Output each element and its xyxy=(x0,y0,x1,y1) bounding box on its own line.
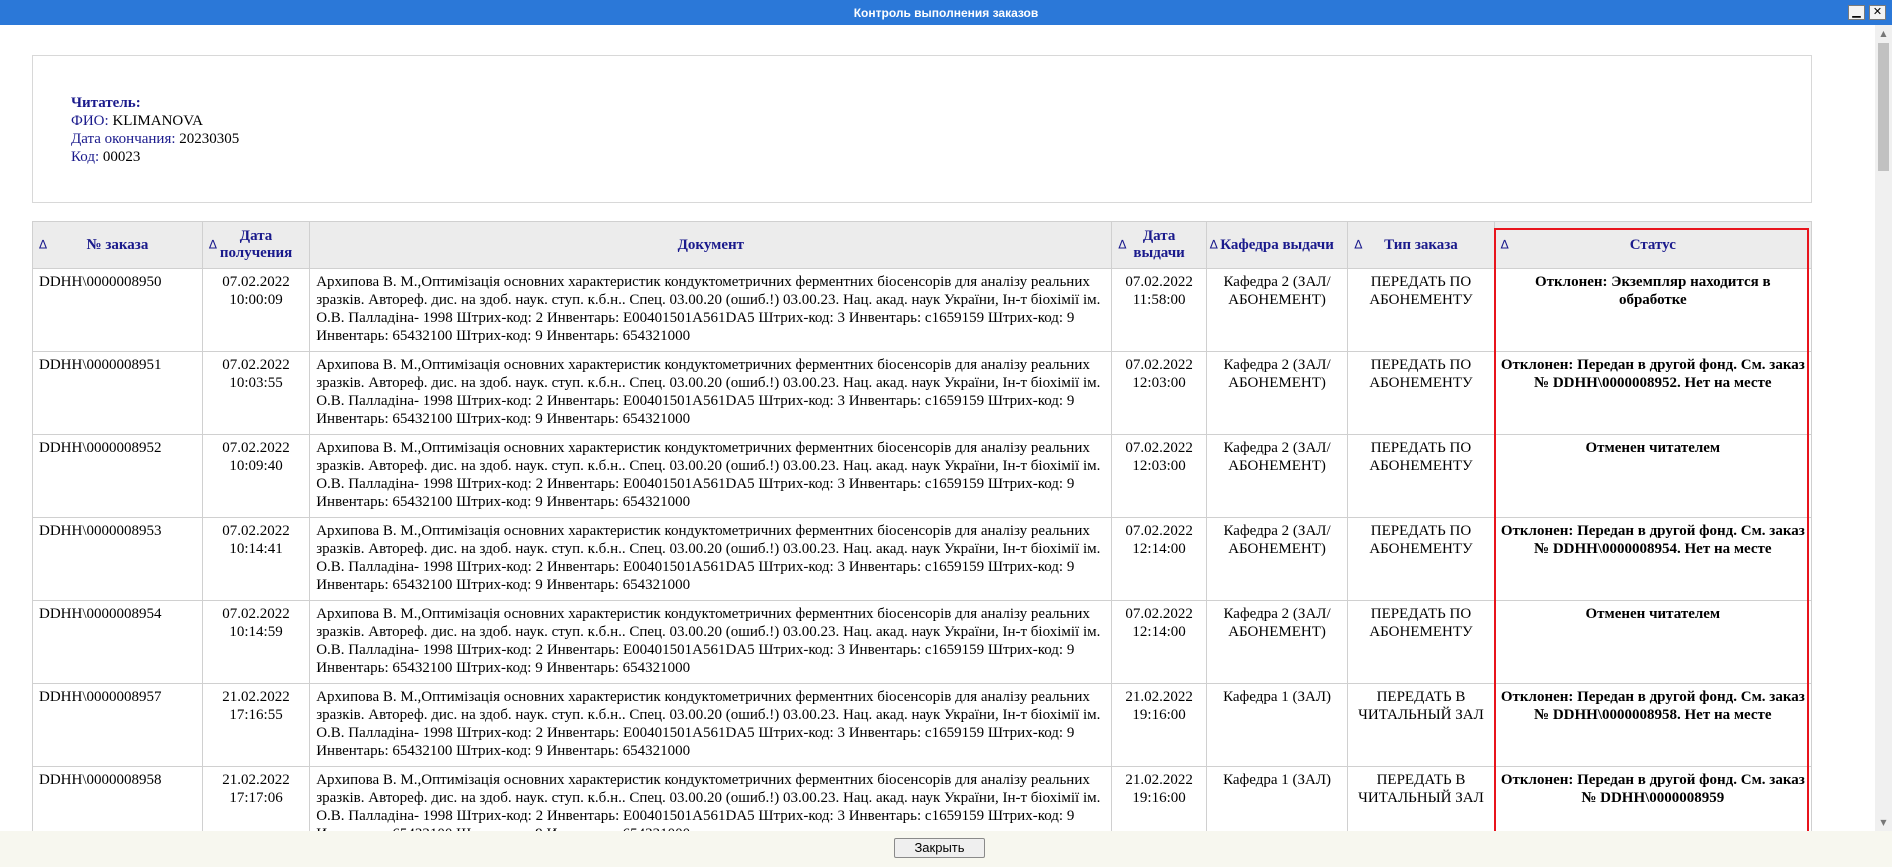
received-date-cell: 07.02.2022 10:09:40 xyxy=(201,434,311,518)
issued-date-cell: 21.02.2022 19:16:00 xyxy=(1111,683,1207,767)
table-row[interactable]: DDHH\0000008957 21.02.2022 17:16:55 Архипов… xyxy=(32,683,1813,767)
issued-date-cell: 07.02.2022 12:03:00 xyxy=(1111,434,1207,518)
status-cell: Отклонен: Экземпляр находится в обработк… xyxy=(1493,268,1813,352)
status-cell: Отклонен: Передан в другой фонд. См. зак… xyxy=(1493,517,1813,601)
status-cell: Отменен читателем xyxy=(1493,600,1813,684)
order-type-cell: ПЕРЕДАТЬ ПО АБОНЕМЕНТУ xyxy=(1347,351,1495,435)
issued-date-cell: 07.02.2022 12:03:00 xyxy=(1111,351,1207,435)
document-cell: Архипова В. М.,Оптимізація основних хара… xyxy=(309,351,1113,435)
reader-fio-line: ФИО: KLIMANOVA xyxy=(71,112,1811,130)
document-cell: Архипова В. М.,Оптимізація основних хара… xyxy=(309,600,1113,684)
table-row[interactable]: DDHH\0000008950 07.02.2022 10:00:09 Архипов… xyxy=(32,268,1813,352)
window-controls: ▁ ✕ xyxy=(1848,5,1886,20)
header-issued-date[interactable]: ∆ Дата выдачи xyxy=(1111,221,1207,269)
order-type-cell: ПЕРЕДАТЬ ПО АБОНЕМЕНТУ xyxy=(1347,600,1495,684)
dialog-content: Читатель: ФИО: KLIMANOVA Дата окончания:… xyxy=(0,25,1892,831)
orders-table: ∆ № заказа ∆ Дата получения Документ ∆ Дата в… xyxy=(32,221,1813,831)
order-number-cell: DDHH\0000008952 xyxy=(32,434,203,518)
scroll-up-icon[interactable]: ▲ xyxy=(1875,25,1892,42)
reader-info-panel: Читатель: ФИО: KLIMANOVA Дата окончания:… xyxy=(32,55,1812,203)
issued-date-cell: 07.02.2022 11:58:00 xyxy=(1111,268,1207,352)
document-cell: Архипова В. М.,Оптимізація основних хара… xyxy=(309,434,1113,518)
status-cell: Отклонен: Передан в другой фонд. См. зак… xyxy=(1493,766,1813,831)
status-cell: Отклонен: Передан в другой фонд. См. зак… xyxy=(1493,351,1813,435)
table-row[interactable]: DDHH\0000008952 07.02.2022 10:09:40 Архипов… xyxy=(32,434,1813,518)
issued-date-cell: 07.02.2022 12:14:00 xyxy=(1111,517,1207,601)
vertical-scrollbar[interactable]: ▲ ▼ xyxy=(1875,25,1892,831)
reader-end-date-value: 20230305 xyxy=(179,131,240,147)
reader-code-line: Код: 00023 xyxy=(71,148,1811,166)
department-cell: Кафедра 2 (ЗАЛ/АБОНЕМЕНТ) xyxy=(1205,351,1349,435)
department-cell: Кафедра 2 (ЗАЛ/АБОНЕМЕНТ) xyxy=(1205,517,1349,601)
order-type-cell: ПЕРЕДАТЬ ПО АБОНЕМЕНТУ xyxy=(1347,268,1495,352)
order-number-cell: DDHH\0000008950 xyxy=(32,268,203,352)
table-row[interactable]: DDHH\0000008951 07.02.2022 10:03:55 Архипов… xyxy=(32,351,1813,435)
department-cell: Кафедра 1 (ЗАЛ) xyxy=(1205,766,1349,831)
header-order-type[interactable]: ∆ Тип заказа xyxy=(1347,221,1495,269)
sort-icon[interactable]: ∆ xyxy=(1501,237,1509,254)
order-type-cell: ПЕРЕДАТЬ ПО АБОНЕМЕНТУ xyxy=(1347,434,1495,518)
order-type-cell: ПЕРЕДАТЬ ПО АБОНЕМЕНТУ xyxy=(1347,517,1495,601)
reader-code-label: Код: xyxy=(71,149,100,165)
orders-header-row: ∆ № заказа ∆ Дата получения Документ ∆ Дата в… xyxy=(32,221,1813,269)
header-received-date[interactable]: ∆ Дата получения xyxy=(201,221,311,269)
received-date-cell: 07.02.2022 10:03:55 xyxy=(201,351,311,435)
reader-end-date-line: Дата окончания: 20230305 xyxy=(71,130,1811,148)
department-cell: Кафедра 2 (ЗАЛ/АБОНЕМЕНТ) xyxy=(1205,600,1349,684)
order-number-cell: DDHH\0000008957 xyxy=(32,683,203,767)
sort-icon[interactable]: ∆ xyxy=(1354,237,1362,254)
sort-icon[interactable]: ∆ xyxy=(1210,237,1218,254)
department-cell: Кафедра 1 (ЗАЛ) xyxy=(1205,683,1349,767)
minimize-icon[interactable]: ▁ xyxy=(1848,5,1865,20)
received-date-cell: 07.02.2022 10:00:09 xyxy=(201,268,311,352)
department-cell: Кафедра 2 (ЗАЛ/АБОНЕМЕНТ) xyxy=(1205,268,1349,352)
status-cell: Отклонен: Передан в другой фонд. См. зак… xyxy=(1493,683,1813,767)
reader-fio-value: KLIMANOVA xyxy=(112,113,203,129)
dialog-footer: Закрыть xyxy=(0,831,1892,867)
table-row[interactable]: DDHH\0000008958 21.02.2022 17:17:06 Архипов… xyxy=(32,766,1813,831)
header-department[interactable]: ∆ Кафедра выдачи xyxy=(1205,221,1349,269)
sort-icon[interactable]: ∆ xyxy=(39,237,47,254)
order-type-cell: ПЕРЕДАТЬ В ЧИТАЛЬНЫЙ ЗАЛ xyxy=(1347,766,1495,831)
order-number-cell: DDHH\0000008954 xyxy=(32,600,203,684)
reader-fio-label: ФИО: xyxy=(71,113,109,129)
table-row[interactable]: DDHH\0000008954 07.02.2022 10:14:59 Архипов… xyxy=(32,600,1813,684)
issued-date-cell: 07.02.2022 12:14:00 xyxy=(1111,600,1207,684)
table-row[interactable]: DDHH\0000008953 07.02.2022 10:14:41 Архипов… xyxy=(32,517,1813,601)
header-order-no[interactable]: ∆ № заказа xyxy=(32,221,203,269)
close-window-icon[interactable]: ✕ xyxy=(1869,5,1886,20)
department-cell: Кафедра 2 (ЗАЛ/АБОНЕМЕНТ) xyxy=(1205,434,1349,518)
reader-code-value: 00023 xyxy=(102,149,141,165)
order-number-cell: DDHH\0000008951 xyxy=(32,351,203,435)
received-date-cell: 21.02.2022 17:16:55 xyxy=(201,683,311,767)
header-document: Документ xyxy=(309,221,1113,269)
reader-end-date-label: Дата окончания: xyxy=(71,131,176,147)
window-title: Контроль выполнения заказов xyxy=(853,5,1039,20)
scroll-down-icon[interactable]: ▼ xyxy=(1875,814,1892,831)
document-cell: Архипова В. М.,Оптимізація основних хара… xyxy=(309,683,1113,767)
document-cell: Архипова В. М.,Оптимізація основних хара… xyxy=(309,517,1113,601)
order-number-cell: DDHH\0000008958 xyxy=(32,766,203,831)
sort-icon[interactable]: ∆ xyxy=(209,237,217,254)
status-cell: Отменен читателем xyxy=(1493,434,1813,518)
document-cell: Архипова В. М.,Оптимізація основних хара… xyxy=(309,268,1113,352)
issued-date-cell: 21.02.2022 19:16:00 xyxy=(1111,766,1207,831)
close-button[interactable]: Закрыть xyxy=(894,838,985,858)
received-date-cell: 07.02.2022 10:14:59 xyxy=(201,600,311,684)
title-bar: Контроль выполнения заказов ▁ ✕ xyxy=(0,0,1892,25)
sort-icon[interactable]: ∆ xyxy=(1118,237,1126,254)
received-date-cell: 07.02.2022 10:14:41 xyxy=(201,517,311,601)
header-status[interactable]: ∆ Статус xyxy=(1493,221,1813,269)
reader-heading: Читатель: xyxy=(71,95,141,111)
order-number-cell: DDHH\0000008953 xyxy=(32,517,203,601)
document-cell: Архипова В. М.,Оптимізація основних хара… xyxy=(309,766,1113,831)
scroll-thumb[interactable] xyxy=(1878,43,1889,171)
received-date-cell: 21.02.2022 17:17:06 xyxy=(201,766,311,831)
order-type-cell: ПЕРЕДАТЬ В ЧИТАЛЬНЫЙ ЗАЛ xyxy=(1347,683,1495,767)
